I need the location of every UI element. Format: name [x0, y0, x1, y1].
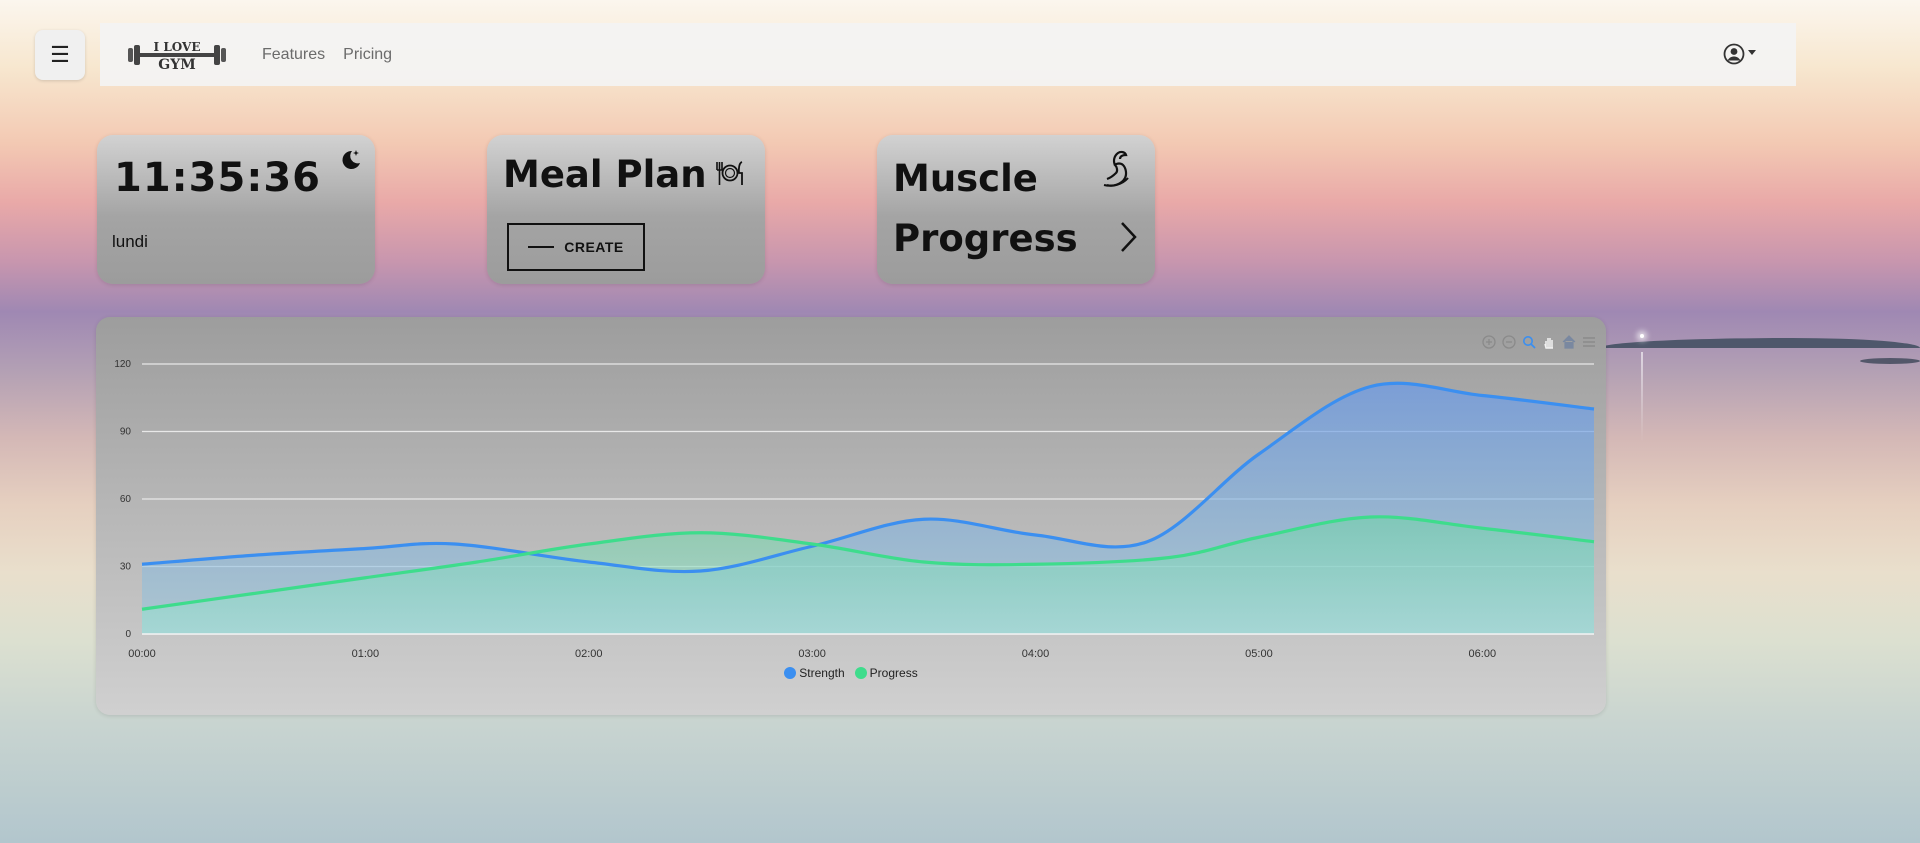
- chevron-right-icon[interactable]: [1118, 221, 1138, 253]
- create-meal-plan-button[interactable]: CREATE: [507, 223, 645, 271]
- progress-chart-card: 0 30 60 90 120 00:00 01:00 02:00 03:00 04:00 05:00…: [96, 317, 1606, 715]
- x-tick-label: 06:00: [1469, 648, 1497, 660]
- hamburger-menu-button[interactable]: ☰: [35, 30, 85, 80]
- clock-card: 11:35:36 lundi: [97, 135, 375, 284]
- legend-marker-strength: [784, 667, 797, 679]
- x-tick-label: 03:00: [798, 648, 826, 660]
- x-tick-label: 00:00: [128, 648, 156, 660]
- y-tick-label: 0: [125, 629, 131, 640]
- legend-label-strength: Strength: [799, 666, 845, 680]
- logo-text-line1: I LOVE: [154, 40, 201, 54]
- chevron-down-icon: [1748, 49, 1756, 55]
- muscle-title-line1: Muscle: [893, 157, 1038, 200]
- clock-time: 11:35:36: [114, 155, 321, 201]
- x-tick-label: 04:00: [1022, 648, 1050, 660]
- lighthouse-light: [1640, 334, 1644, 338]
- hamburger-icon: ☰: [50, 42, 70, 67]
- meal-plan-title: Meal Plan: [503, 153, 707, 196]
- navbar: I LOVE GYM Features Pricing: [100, 23, 1796, 86]
- clock-day: lundi: [112, 232, 148, 251]
- y-tick-label: 90: [120, 427, 132, 438]
- create-button-label: CREATE: [564, 239, 624, 255]
- utensils-icon: [716, 161, 743, 185]
- y-tick-label: 30: [120, 562, 132, 573]
- light-reflection: [1641, 352, 1643, 442]
- x-tick-label: 01:00: [352, 648, 380, 660]
- horizon-landmass: [1600, 338, 1920, 348]
- legend-marker-progress: [854, 667, 867, 679]
- y-tick-label: 60: [120, 494, 132, 505]
- moon-stars-icon: [342, 150, 360, 169]
- y-tick-label: 120: [114, 359, 131, 370]
- chart-legend: Strength Progress: [96, 666, 1606, 680]
- muscle-title-line2: Progress: [893, 217, 1078, 260]
- gym-logo[interactable]: I LOVE GYM: [126, 37, 228, 73]
- dash-icon: [528, 246, 555, 248]
- muscle-progress-title: Muscle Progress: [893, 149, 1078, 269]
- horizon-island: [1860, 358, 1920, 364]
- legend-item-strength[interactable]: Strength: [784, 666, 845, 680]
- legend-label-progress: Progress: [869, 666, 918, 680]
- flexed-arm-icon: [1103, 150, 1129, 187]
- muscle-progress-card[interactable]: Muscle Progress: [877, 135, 1155, 284]
- user-circle-icon: [1723, 43, 1745, 65]
- user-menu-dropdown[interactable]: [1723, 43, 1756, 65]
- progress-area-chart[interactable]: 0 30 60 90 120 00:00 01:00 02:00 03:00 04:00 05:00…: [96, 317, 1606, 662]
- x-tick-label: 05:00: [1245, 648, 1273, 660]
- logo-text-line2: GYM: [158, 57, 195, 73]
- x-tick-label: 02:00: [575, 648, 603, 660]
- legend-item-progress[interactable]: Progress: [854, 666, 918, 680]
- nav-link-pricing[interactable]: Pricing: [343, 46, 392, 64]
- meal-plan-card: Meal Plan CREATE: [487, 135, 765, 284]
- nav-link-features[interactable]: Features: [262, 46, 325, 64]
